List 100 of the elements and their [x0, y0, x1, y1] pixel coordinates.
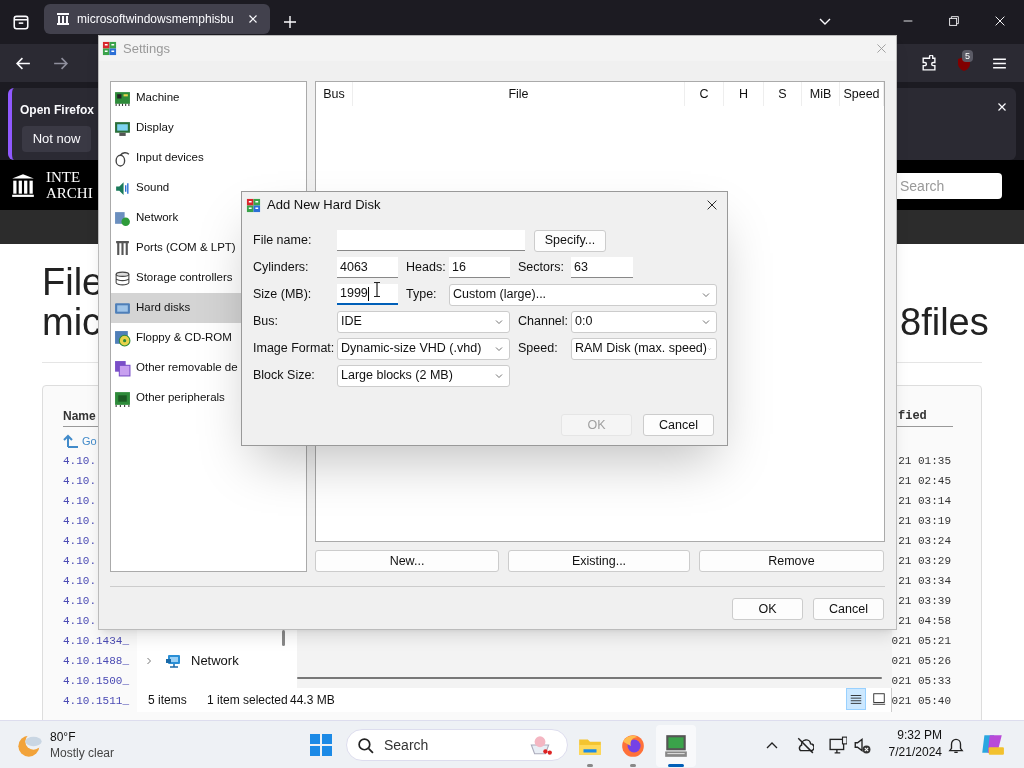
remove-button[interactable]: Remove: [699, 550, 884, 572]
browser-tab[interactable]: microsoftwindowsmemphisbu: [44, 4, 270, 34]
field-label: Heads:: [406, 259, 447, 277]
ok-button[interactable]: OK: [732, 598, 803, 620]
card-icon: [114, 389, 131, 407]
file-link[interactable]: 4.10.1434_: [63, 631, 129, 651]
details-view-button[interactable]: [846, 688, 866, 710]
modified-date: 021 05:21: [891, 634, 951, 649]
tile-icon: [872, 692, 886, 706]
cartridge-icon: [114, 359, 131, 377]
text-cursor-icon: [372, 281, 382, 298]
cancel-button[interactable]: Cancel: [813, 598, 884, 620]
dropdown[interactable]: Large blocks (2 MB): [337, 364, 510, 387]
network-card-icon: [114, 209, 131, 227]
new-tab-icon[interactable]: [282, 14, 298, 30]
modified-date: 21 03:29: [898, 554, 951, 569]
clock[interactable]: 9:32 PM 7/21/2024: [882, 727, 942, 761]
app-icon: [102, 41, 117, 56]
file-link[interactable]: 4.10.: [63, 491, 96, 511]
file-link[interactable]: 4.10.: [63, 611, 96, 631]
modified-date: 21 03:19: [898, 514, 951, 529]
file-link[interactable]: 4.10.: [63, 471, 96, 491]
scrollbar-thumb[interactable]: [297, 677, 882, 679]
dropdown[interactable]: 0:0: [571, 310, 717, 333]
text-field[interactable]: 4063: [337, 257, 398, 278]
tab-list-icon[interactable]: [12, 13, 30, 31]
modified-date: 21 03:14: [898, 494, 951, 509]
weather-text: Mostly clear: [50, 745, 114, 761]
modified-date: 21 04:58: [898, 614, 951, 629]
status-text: 5 items: [148, 692, 187, 709]
file-link[interactable]: 4.10.: [63, 551, 96, 571]
building-icon: [55, 11, 71, 27]
start-icon[interactable]: [309, 733, 333, 757]
close-icon[interactable]: [705, 198, 719, 212]
new-button[interactable]: New...: [315, 550, 499, 572]
dropdown[interactable]: RAM Disk (max. speed): [571, 337, 717, 360]
forward-icon[interactable]: [52, 55, 69, 72]
file-link[interactable]: 4.10.: [63, 451, 96, 471]
text-caret: [367, 286, 369, 301]
speaker-muted-icon[interactable]: [853, 736, 871, 754]
logo-text: INTE: [46, 169, 82, 185]
modified-date: 21 03:39: [898, 594, 951, 609]
column-header: Name: [63, 408, 96, 425]
dropdown[interactable]: Custom (large)...: [449, 283, 717, 306]
puzzle-icon[interactable]: [920, 55, 937, 72]
file-link[interactable]: 4.10.: [63, 591, 96, 611]
cancel-button[interactable]: Cancel: [643, 414, 714, 436]
tab-title: microsoftwindowsmemphisbu: [77, 11, 234, 28]
modified-date: 21 01:35: [898, 454, 951, 469]
file-link[interactable]: 4.10.: [63, 531, 96, 551]
extension-button[interactable]: 5: [954, 52, 976, 74]
modified-date: 021 05:26: [891, 654, 951, 669]
field-label: Type:: [406, 286, 438, 304]
column-header: fied: [898, 408, 927, 425]
tree-item[interactable]: Network: [143, 650, 273, 672]
field-label: Speed:: [518, 340, 559, 358]
app-icon: [246, 197, 261, 213]
dropdown[interactable]: IDE: [337, 310, 510, 333]
specify-button[interactable]: Specify...: [534, 229, 606, 252]
window-title: Settings: [123, 39, 170, 58]
notification-title: Open Firefox: [20, 102, 94, 119]
taskbar-app[interactable]: [656, 725, 696, 767]
cloud-off-icon[interactable]: [796, 736, 814, 754]
globe-icon: [620, 733, 646, 759]
search-icon: [357, 736, 374, 754]
file-link[interactable]: 4.10.1488_: [63, 651, 129, 671]
search-box[interactable]: Search: [346, 729, 568, 761]
scrollbar-thumb[interactable]: [282, 630, 285, 646]
file-link[interactable]: 4.10.1511_: [63, 691, 129, 711]
file-link[interactable]: 4.10.: [63, 571, 96, 591]
file-link[interactable]: 4.10.1500_: [63, 671, 129, 691]
not-now-button[interactable]: Not now: [22, 126, 91, 152]
close-icon[interactable]: [993, 14, 1007, 28]
file-link[interactable]: 4.10.: [63, 511, 96, 531]
parent-directory-link[interactable]: Go: [63, 431, 97, 451]
status-text: 1 item selected: [207, 692, 288, 709]
search-field[interactable]: Search: [897, 173, 1002, 199]
text-field[interactable]: [337, 230, 525, 251]
dropdown[interactable]: Dynamic-size VHD (.vhd): [337, 337, 510, 360]
badge-count: 5: [962, 50, 973, 62]
status-text: 44.3 MB: [290, 692, 335, 709]
modified-date: 21 02:45: [898, 474, 951, 489]
speaker-icon: [114, 179, 131, 197]
restore-icon[interactable]: [947, 14, 961, 28]
back-icon[interactable]: [15, 55, 32, 72]
menu-icon[interactable]: [991, 55, 1008, 72]
list-icon: [849, 692, 863, 706]
port-icon: [114, 239, 131, 257]
monitor-icon[interactable]: [829, 736, 847, 754]
page-heading: 8files: [900, 302, 989, 342]
text-field[interactable]: 63: [571, 257, 633, 278]
board-icon: [114, 89, 131, 107]
text-field[interactable]: 16: [449, 257, 510, 278]
modified-date: 021 05:33: [891, 674, 951, 689]
existing-button[interactable]: Existing...: [508, 550, 690, 572]
computer-icon: [663, 733, 689, 759]
disk-stack-icon: [114, 269, 131, 287]
bell-icon[interactable]: [947, 736, 965, 754]
temple-icon[interactable]: [10, 172, 36, 198]
text-field[interactable]: 1999: [337, 284, 398, 305]
